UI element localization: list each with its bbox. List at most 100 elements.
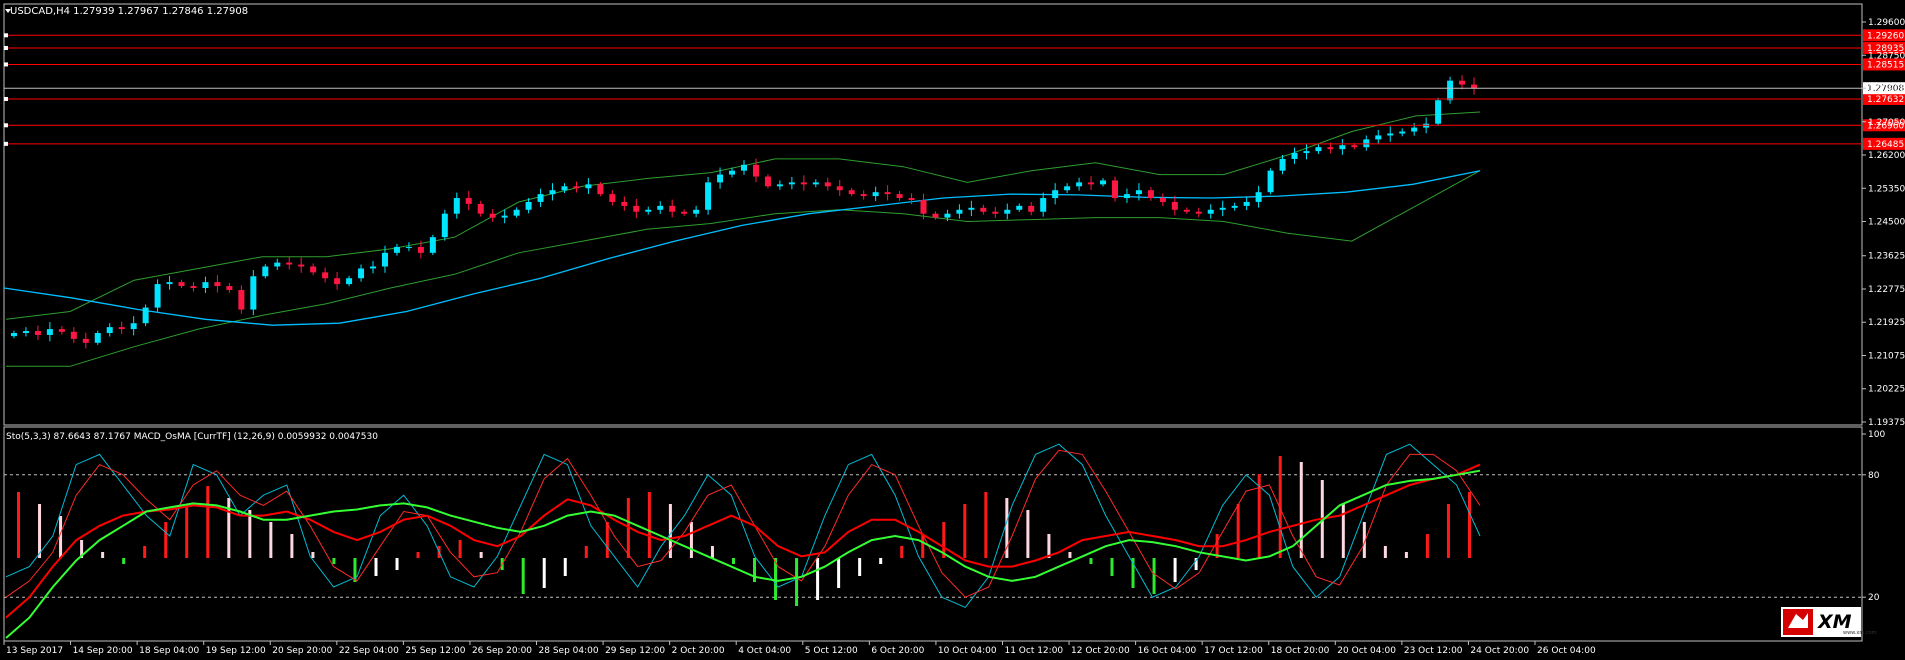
candle-body [1064,186,1071,191]
time-tick-label: 29 Sep 12:00 [605,646,665,656]
histogram-bar [479,552,483,558]
candle-body [298,264,305,267]
candle-body [10,333,17,337]
histogram-bar [1404,552,1408,558]
candle-body [1351,145,1358,148]
candle-body [525,201,532,210]
candle-body [358,268,365,279]
price-tick-label: 1.28750 [1868,51,1905,61]
histogram-bar [458,540,462,558]
histogram-bar [563,558,567,576]
candle-body [573,186,580,189]
histogram-bar [1446,504,1450,558]
price-tick-label: 1.29600 [1868,18,1905,28]
histogram-bar [311,552,315,558]
candle-body [489,213,496,218]
candle-body [1159,198,1166,202]
candle-body [46,329,53,335]
histogram-bar [17,492,21,558]
candle-body [1052,190,1059,199]
candle-body [190,286,197,289]
candle-body [1171,201,1178,210]
level-handle[interactable] [4,46,8,51]
price-tick-label: 1.23625 [1868,252,1905,262]
histogram-bar [38,504,42,558]
candle-body [1399,131,1406,134]
histogram-bar [858,558,862,576]
candle-body [1375,135,1382,140]
histogram-bar [206,486,210,558]
candle-body [908,198,915,200]
histogram-bar [837,558,841,588]
time-tick-label: 10 Oct 04:00 [938,646,997,656]
oscillator-tick-label: 80 [1868,471,1880,481]
candle-body [848,190,855,195]
level-handle[interactable] [4,62,8,67]
candle-body [226,286,233,290]
level-price-label: 1.27632 [1867,95,1904,105]
histogram-bar [879,558,883,564]
price-tick-label: 1.21925 [1868,318,1905,328]
level-handle[interactable] [4,96,8,101]
candle-body [274,262,281,267]
histogram-bar [753,558,757,582]
candle-body [597,184,604,195]
histogram-bar [900,546,904,558]
histogram-bar [374,558,378,576]
histogram-bar [542,558,546,588]
histogram-bar [1299,462,1303,558]
histogram-bar [689,522,693,558]
candle-body [238,289,245,310]
time-tick-label: 25 Sep 12:00 [405,646,465,656]
price-tick-label: 1.27050 [1868,118,1905,128]
histogram-bar [395,558,399,570]
histogram-bar [227,498,231,558]
candle-body [166,282,173,285]
candle-body [1411,127,1418,132]
candle-body [1267,170,1274,193]
candle-body [1459,80,1466,85]
histogram-bar [584,546,588,558]
trading-chart[interactable]: USDCAD,H4 1.27939 1.27967 1.27846 1.2790… [0,0,1905,660]
histogram-bar [1110,558,1114,576]
level-handle[interactable] [4,33,8,38]
candle-body [202,282,209,289]
candle-body [429,237,436,253]
candle-body [1004,209,1011,214]
candle-body [561,186,568,191]
histogram-bar [269,522,273,558]
candle-body [776,184,783,187]
histogram-bar [710,546,714,558]
level-handle[interactable] [4,141,8,146]
time-tick-label: 26 Oct 04:00 [1537,646,1596,656]
candle-body [657,205,664,210]
candle-body [860,194,867,197]
candle-body [1471,84,1478,89]
time-tick-label: 24 Oct 20:00 [1470,646,1529,656]
candle-body [58,329,65,332]
histogram-bar [101,552,105,558]
price-tick-label: 1.20225 [1868,385,1905,395]
candle-body [1195,211,1202,214]
candle-body [920,199,927,214]
candle-body [346,278,353,285]
histogram-bar [290,534,294,558]
candle-body [106,327,113,334]
time-tick-label: 4 Oct 04:00 [738,646,791,656]
symbol-title: USDCAD,H4 1.27939 1.27967 1.27846 1.2790… [10,6,248,17]
candle-body [1243,201,1250,206]
candle-body [250,276,257,310]
histogram-bar [143,546,147,558]
price-tick-label: 1.26200 [1868,151,1905,161]
candle-body [705,182,712,210]
candle-body [286,262,293,265]
candle-body [1219,207,1226,210]
time-tick-label: 22 Sep 04:00 [339,646,399,656]
candle-body [764,176,771,187]
time-tick-label: 28 Sep 04:00 [539,646,599,656]
time-tick-label: 18 Sep 04:00 [139,646,199,656]
candle-body [645,209,652,212]
level-handle[interactable] [4,123,8,128]
time-tick-label: 2 Oct 20:00 [672,646,725,656]
candle-body [1279,158,1286,171]
